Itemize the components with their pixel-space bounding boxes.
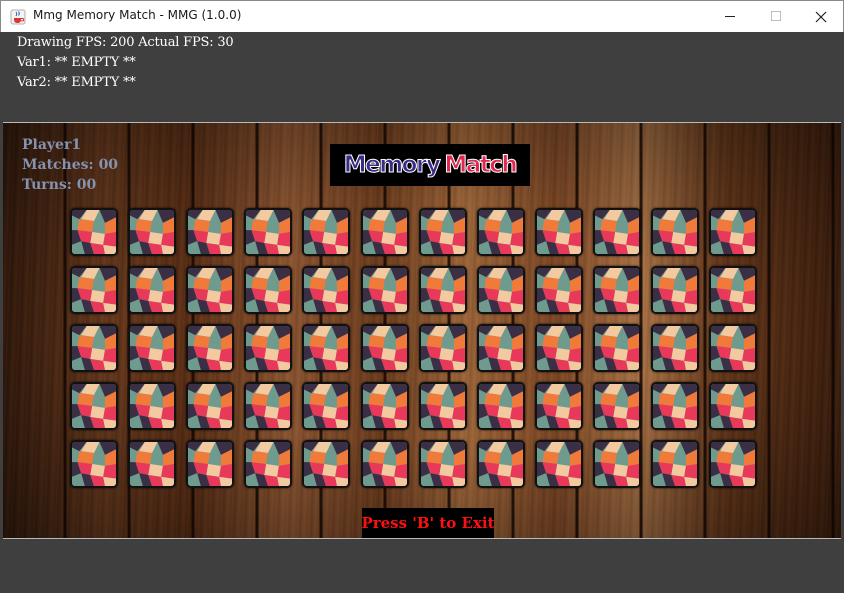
maximize-button[interactable] — [753, 1, 799, 32]
memory-card[interactable] — [244, 382, 292, 430]
memory-card[interactable] — [128, 324, 176, 372]
memory-card[interactable] — [477, 208, 525, 256]
fps-readout: Drawing FPS: 200 Actual FPS: 30 — [17, 35, 234, 50]
memory-card[interactable] — [709, 440, 757, 488]
memory-card[interactable] — [709, 266, 757, 314]
memory-card[interactable] — [477, 266, 525, 314]
memory-card[interactable] — [419, 324, 467, 372]
memory-card[interactable] — [651, 324, 699, 372]
memory-card[interactable] — [302, 324, 350, 372]
memory-card[interactable] — [361, 382, 409, 430]
memory-card[interactable] — [302, 266, 350, 314]
memory-card[interactable] — [302, 440, 350, 488]
memory-card[interactable] — [651, 266, 699, 314]
memory-card[interactable] — [128, 208, 176, 256]
minimize-icon — [724, 16, 735, 17]
java-cup-icon — [10, 9, 26, 25]
close-button[interactable] — [798, 1, 844, 32]
memory-card[interactable] — [361, 324, 409, 372]
memory-card[interactable] — [361, 266, 409, 314]
maximize-icon — [770, 11, 781, 21]
memory-card[interactable] — [70, 266, 118, 314]
memory-card[interactable] — [186, 324, 234, 372]
memory-card[interactable] — [361, 208, 409, 256]
memory-card[interactable] — [128, 266, 176, 314]
var1-readout: Var1: ** EMPTY ** — [17, 55, 136, 70]
memory-card[interactable] — [651, 382, 699, 430]
memory-card[interactable] — [419, 266, 467, 314]
memory-card[interactable] — [593, 440, 641, 488]
memory-card[interactable] — [593, 266, 641, 314]
memory-card[interactable] — [593, 382, 641, 430]
memory-card[interactable] — [651, 440, 699, 488]
memory-card[interactable] — [70, 382, 118, 430]
memory-card[interactable] — [128, 440, 176, 488]
card-grid — [3, 123, 841, 538]
memory-card[interactable] — [186, 266, 234, 314]
memory-card[interactable] — [302, 208, 350, 256]
exit-prompt: Press 'B' to Exit — [361, 508, 495, 538]
game-canvas[interactable]: Player1 Matches: 00 Turns: 00 Memory Matc… — [3, 122, 841, 539]
memory-card[interactable] — [70, 324, 118, 372]
memory-card[interactable] — [593, 324, 641, 372]
memory-card[interactable] — [70, 440, 118, 488]
memory-card[interactable] — [535, 382, 583, 430]
memory-card[interactable] — [535, 324, 583, 372]
memory-card[interactable] — [186, 382, 234, 430]
memory-card[interactable] — [361, 440, 409, 488]
memory-card[interactable] — [477, 382, 525, 430]
memory-card[interactable] — [244, 208, 292, 256]
memory-card[interactable] — [535, 208, 583, 256]
memory-card[interactable] — [535, 266, 583, 314]
memory-card[interactable] — [709, 382, 757, 430]
debug-panel: Drawing FPS: 200 Actual FPS: 30 Var1: **… — [0, 32, 844, 122]
memory-card[interactable] — [535, 440, 583, 488]
memory-card[interactable] — [419, 208, 467, 256]
memory-card[interactable] — [244, 266, 292, 314]
window-titlebar: Mmg Memory Match - MMG (1.0.0) — [0, 0, 844, 32]
memory-card[interactable] — [128, 382, 176, 430]
memory-card[interactable] — [302, 382, 350, 430]
memory-card[interactable] — [419, 382, 467, 430]
window-title: Mmg Memory Match - MMG (1.0.0) — [33, 8, 242, 22]
memory-card[interactable] — [244, 440, 292, 488]
memory-card[interactable] — [593, 208, 641, 256]
memory-card[interactable] — [477, 324, 525, 372]
bottom-panel — [0, 539, 844, 593]
var2-readout: Var2: ** EMPTY ** — [17, 75, 136, 90]
memory-card[interactable] — [186, 208, 234, 256]
memory-card[interactable] — [186, 440, 234, 488]
memory-card[interactable] — [70, 208, 118, 256]
memory-card[interactable] — [709, 208, 757, 256]
memory-card[interactable] — [651, 208, 699, 256]
minimize-button[interactable] — [707, 1, 753, 32]
memory-card[interactable] — [477, 440, 525, 488]
memory-card[interactable] — [244, 324, 292, 372]
exit-prompt-text: Press 'B' to Exit — [361, 514, 495, 532]
memory-card[interactable] — [709, 324, 757, 372]
memory-card[interactable] — [419, 440, 467, 488]
close-icon — [815, 11, 827, 22]
